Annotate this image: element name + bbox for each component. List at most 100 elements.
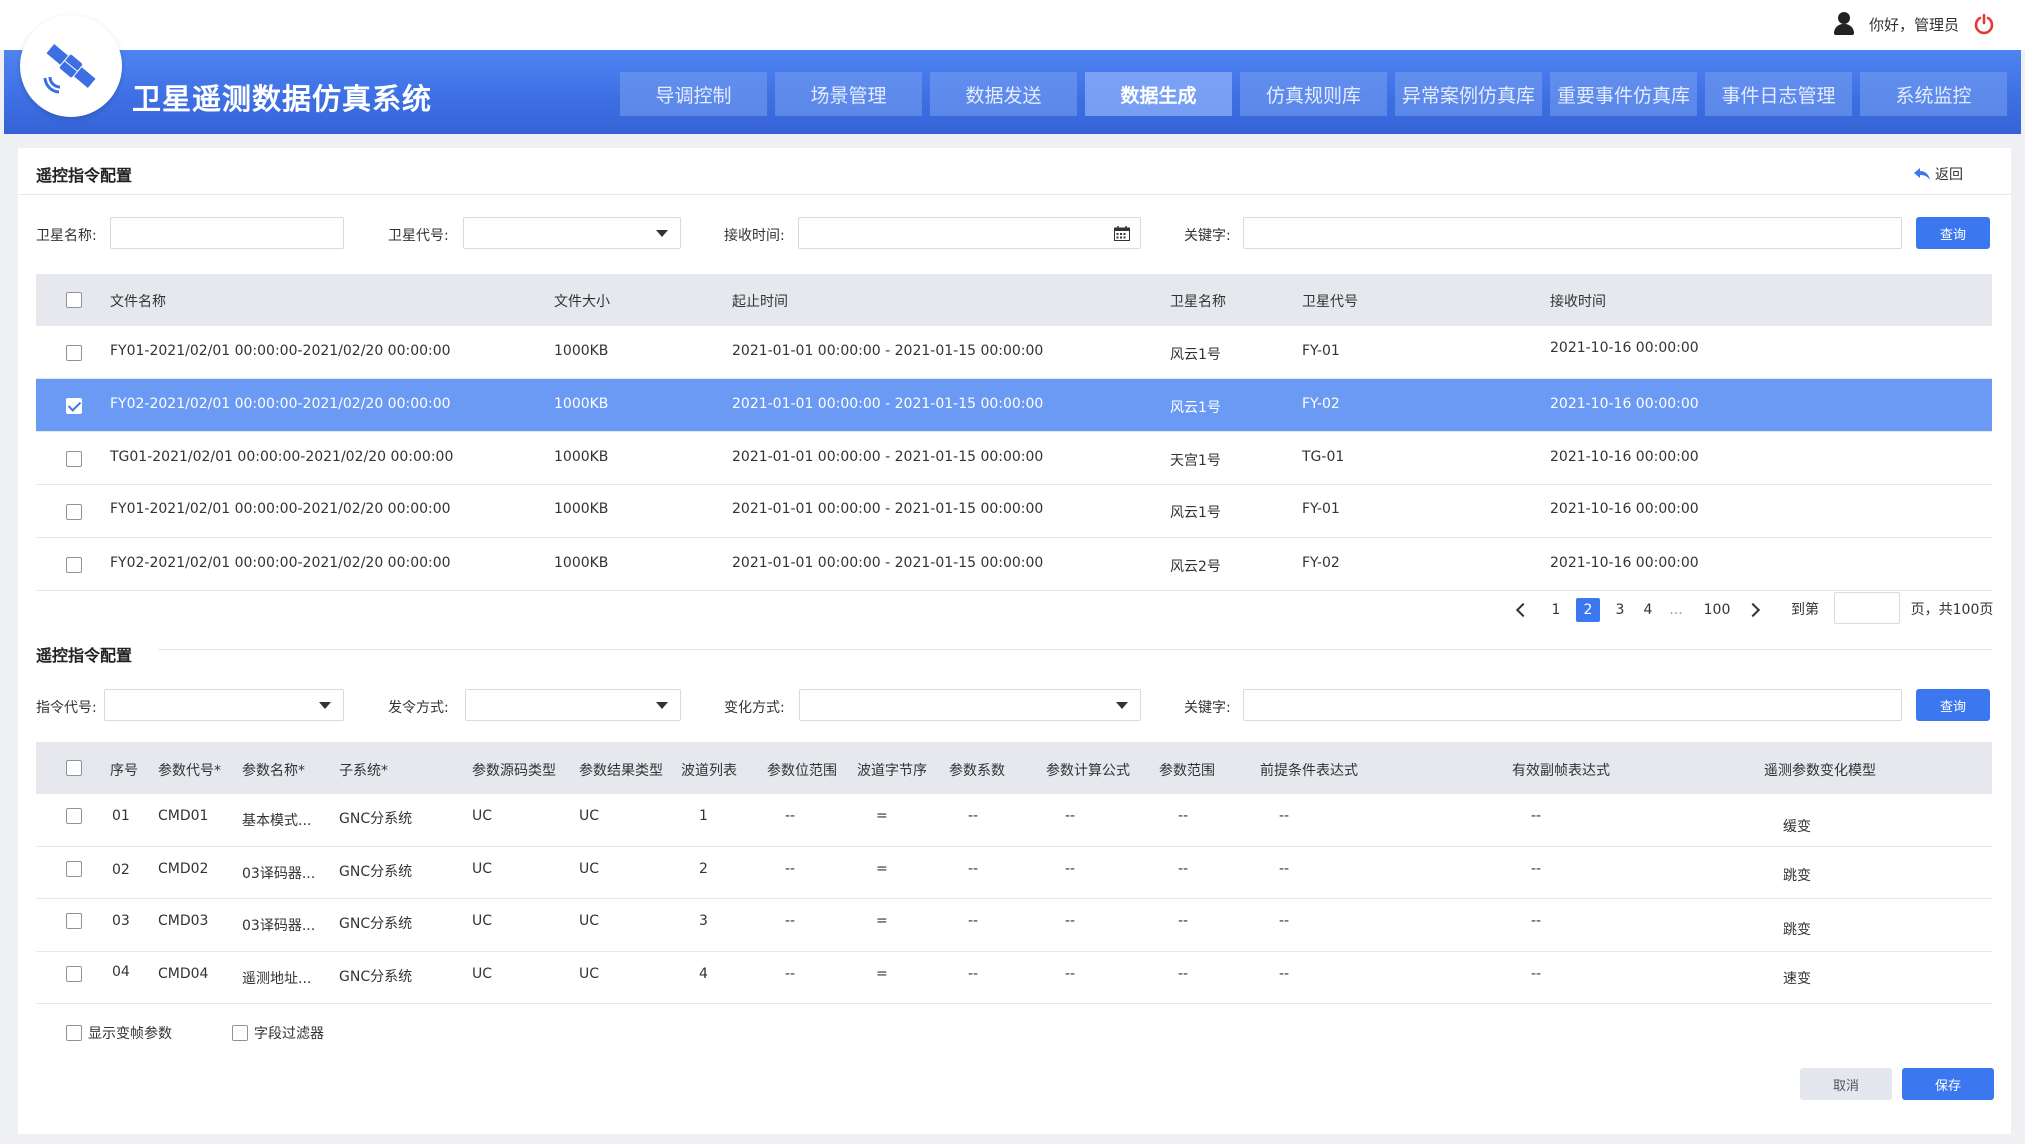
nav-tab-simulation-rules[interactable]: 仿真规则库: [1240, 72, 1387, 116]
row-checkbox[interactable]: [66, 913, 82, 929]
cell-file-name: FY02-2021/02/01 00:00:00-2021/02/20 00:0…: [110, 396, 451, 412]
table-row-selected[interactable]: FY02-2021/02/01 00:00:00-2021/02/20 00:0…: [36, 379, 1992, 432]
nav-tab-scene-management[interactable]: 场景管理: [775, 72, 922, 116]
nav-tab-data-send[interactable]: 数据发送: [930, 72, 1077, 116]
show-var-frame-checkbox[interactable]: [66, 1025, 82, 1041]
cell-valid-subframe: --: [1531, 861, 1542, 877]
row-checkbox-checked[interactable]: [66, 398, 82, 414]
row-checkbox[interactable]: [66, 808, 82, 824]
keyword-input[interactable]: [1243, 689, 1902, 721]
nav-tab-data-generation[interactable]: 数据生成: [1085, 72, 1232, 116]
cell-subsystem: GNC分系统: [339, 811, 413, 827]
nav-label: 重要事件仿真库: [1556, 84, 1690, 107]
cell-coefficient: --: [968, 808, 979, 824]
cell-param-code: CMD01: [158, 808, 209, 824]
cell-file-size: 1000KB: [554, 343, 609, 359]
cell-index: 01: [112, 808, 130, 824]
nav-tab-anomaly-cases[interactable]: 异常案例仿真库: [1395, 72, 1542, 116]
cell-time-range: 2021-01-01 00:00:00 - 2021-01-15 00:00:0…: [732, 396, 1044, 412]
satellite-name-input[interactable]: [110, 217, 344, 249]
keyword-input[interactable]: [1243, 217, 1902, 249]
nav-tab-important-events[interactable]: 重要事件仿真库: [1550, 72, 1697, 116]
cell-satellite-code: FY-02: [1302, 396, 1340, 412]
col-param-range: 参数范围: [1159, 763, 1215, 779]
col-change-model: 遥测参数变化模型: [1764, 763, 1876, 779]
cell-receive-time: 2021-10-16 00:00:00: [1550, 501, 1699, 517]
table-row[interactable]: FY01-2021/02/01 00:00:00-2021/02/20 00:0…: [36, 326, 1992, 379]
table-row[interactable]: 02 CMD02 03译码器... GNC分系统 UC UC 2 -- = --…: [36, 847, 1992, 899]
nav-tab-director-control[interactable]: 导调控制: [620, 72, 767, 116]
section1-divider: [18, 194, 2011, 195]
select-all-checkbox[interactable]: [66, 292, 82, 308]
page-link[interactable]: 4: [1638, 598, 1658, 622]
row-checkbox[interactable]: [66, 557, 82, 573]
cell-formula: --: [1065, 861, 1076, 877]
change-mode-select[interactable]: [799, 689, 1141, 721]
table-row[interactable]: 03 CMD03 03译码器... GNC分系统 UC UC 3 -- = --…: [36, 899, 1992, 952]
cell-file-name: TG01-2021/02/01 00:00:00-2021/02/20 00:0…: [110, 449, 454, 465]
goto-page-input[interactable]: [1834, 592, 1900, 624]
row-checkbox[interactable]: [66, 451, 82, 467]
row-checkbox[interactable]: [66, 861, 82, 877]
row-checkbox[interactable]: [66, 504, 82, 520]
cell-channel: 4: [699, 966, 708, 982]
col-source-type: 参数源码类型: [472, 763, 556, 779]
page-link[interactable]: 1: [1546, 598, 1566, 622]
cell-result-type: UC: [579, 861, 600, 877]
cell-byte-order: =: [876, 966, 888, 982]
save-button[interactable]: 保存: [1902, 1068, 1994, 1100]
query-button[interactable]: 查询: [1916, 217, 1990, 249]
show-var-frame-label: 显示变帧参数: [88, 1026, 172, 1042]
table-row[interactable]: FY01-2021/02/01 00:00:00-2021/02/20 00:0…: [36, 485, 1992, 538]
page-link-current[interactable]: 2: [1576, 598, 1600, 622]
cell-result-type: UC: [579, 966, 600, 982]
col-formula: 参数计算公式: [1046, 763, 1130, 779]
prev-page-icon[interactable]: [1515, 602, 1531, 618]
col-satellite-name: 卫星名称: [1170, 294, 1226, 310]
satellite-logo-icon: [20, 15, 122, 117]
col-param-name: 参数名称*: [242, 763, 305, 779]
cell-precondition: --: [1279, 966, 1290, 982]
back-button[interactable]: 返回: [1913, 164, 1963, 184]
cmd-code-label: 指令代号:: [36, 700, 97, 716]
cell-bit-range: --: [785, 913, 796, 929]
query-button-label: 查询: [1939, 227, 1966, 243]
cell-result-type: UC: [579, 808, 600, 824]
user-icon: [1833, 12, 1855, 36]
page-link[interactable]: 3: [1610, 598, 1630, 622]
nav-tab-system-monitor[interactable]: 系统监控: [1860, 72, 2007, 116]
nav-tab-event-log[interactable]: 事件日志管理: [1705, 72, 1852, 116]
power-icon[interactable]: [1973, 13, 1995, 35]
cell-byte-order: =: [876, 913, 888, 929]
cmd-code-select[interactable]: [104, 689, 344, 721]
satellite-code-select[interactable]: [463, 217, 681, 249]
cell-file-name: FY01-2021/02/01 00:00:00-2021/02/20 00:0…: [110, 343, 451, 359]
cell-formula: --: [1065, 966, 1076, 982]
receive-time-picker[interactable]: [798, 217, 1141, 249]
goto-label: 到第: [1791, 602, 1819, 618]
row-checkbox[interactable]: [66, 966, 82, 982]
user-greeting: 你好，管理员: [1868, 15, 1959, 34]
page-link[interactable]: 100: [1700, 598, 1734, 622]
field-filter-checkbox[interactable]: [232, 1025, 248, 1041]
param-table: 序号 参数代号* 参数名称* 子系统* 参数源码类型 参数结果类型 波道列表 参…: [36, 742, 1992, 1004]
row-checkbox[interactable]: [66, 345, 82, 361]
cancel-button[interactable]: 取消: [1800, 1068, 1892, 1100]
cell-valid-subframe: --: [1531, 913, 1542, 929]
field-filter-option[interactable]: 字段过滤器: [232, 1023, 324, 1043]
query-button[interactable]: 查询: [1916, 689, 1990, 721]
col-file-size: 文件大小: [554, 294, 610, 310]
send-mode-select[interactable]: [465, 689, 681, 721]
cell-satellite-code: FY-01: [1302, 343, 1340, 359]
calendar-icon[interactable]: [1114, 226, 1130, 241]
table-row[interactable]: 04 CMD04 遥测地址... GNC分系统 UC UC 4 -- = -- …: [36, 952, 1992, 1004]
table-row[interactable]: TG01-2021/02/01 00:00:00-2021/02/20 00:0…: [36, 432, 1992, 485]
next-page-icon[interactable]: [1745, 602, 1761, 618]
cell-change-model: 跳变: [1783, 868, 1811, 884]
cell-subsystem: GNC分系统: [339, 969, 413, 985]
show-var-frame-option[interactable]: 显示变帧参数: [66, 1023, 172, 1043]
table-row[interactable]: 01 CMD01 基本模式... GNC分系统 UC UC 1 -- = -- …: [36, 794, 1992, 847]
select-all-checkbox[interactable]: [66, 760, 82, 776]
cell-byte-order: =: [876, 861, 888, 877]
table-row[interactable]: FY02-2021/02/01 00:00:00-2021/02/20 00:0…: [36, 538, 1992, 591]
